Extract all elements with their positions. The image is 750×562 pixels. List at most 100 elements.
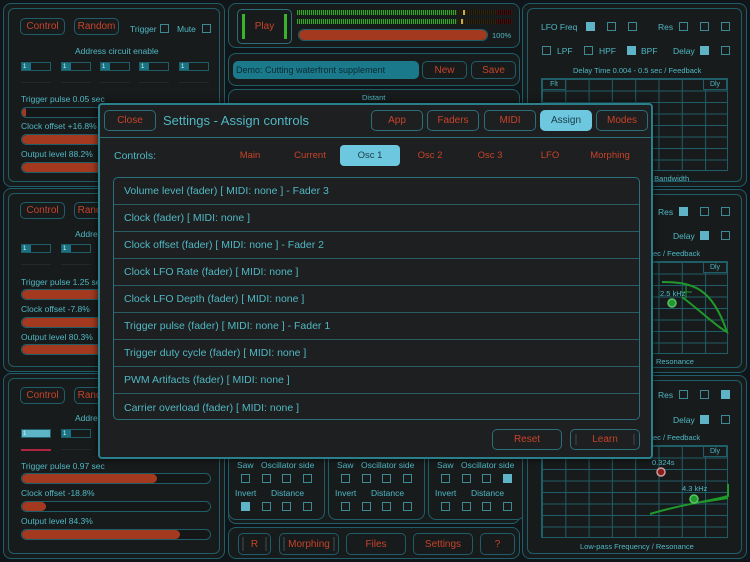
oscillator-side-checkbox-1[interactable] xyxy=(362,474,371,483)
address-toggle-4[interactable]: 1 xyxy=(139,62,169,71)
oscillator-side-checkbox-3[interactable] xyxy=(403,474,412,483)
lpf-checkbox[interactable] xyxy=(542,46,551,55)
hpf-checkbox[interactable] xyxy=(584,46,593,55)
r-button[interactable]: R xyxy=(238,533,271,555)
delay-checkbox-1[interactable] xyxy=(700,46,709,55)
tab-faders[interactable]: Faders xyxy=(427,110,479,131)
learn-button[interactable]: Learn xyxy=(570,429,640,450)
distance-checkbox-2[interactable] xyxy=(382,502,391,511)
control-button[interactable]: Control xyxy=(20,202,65,219)
res-checkbox-2[interactable] xyxy=(700,390,709,399)
trigger-pulse-slider[interactable] xyxy=(21,473,211,484)
bpf-checkbox[interactable] xyxy=(627,46,636,55)
saw-checkbox[interactable] xyxy=(241,474,250,483)
saw-checkbox[interactable] xyxy=(441,474,450,483)
lfo-freq-checkbox-3[interactable] xyxy=(628,22,637,31)
lfo-freq-checkbox-2[interactable] xyxy=(607,22,616,31)
control-tab-osc-2[interactable]: Osc 2 xyxy=(400,145,460,166)
res-checkbox-3[interactable] xyxy=(721,390,730,399)
settings-button[interactable]: Settings xyxy=(413,533,473,555)
tab-midi[interactable]: MIDI xyxy=(484,110,536,131)
distance-checkbox-1[interactable] xyxy=(262,502,271,511)
address-toggle-1[interactable]: 1 xyxy=(21,62,51,71)
control-list-item[interactable]: PWM Artifacts (fader) [ MIDI: none ] xyxy=(114,367,639,394)
save-preset-button[interactable]: Save xyxy=(471,61,516,79)
control-tab-osc-3[interactable]: Osc 3 xyxy=(460,145,520,166)
control-tab-osc-1[interactable]: Osc 1 xyxy=(340,145,400,166)
address-toggle-2[interactable]: 1 xyxy=(61,62,91,71)
delay-checkbox-2[interactable] xyxy=(721,46,730,55)
address-toggle-1[interactable]: 1 xyxy=(21,429,51,438)
play-button[interactable]: Play xyxy=(237,9,292,44)
files-button[interactable]: Files xyxy=(346,533,406,555)
address-toggle-2[interactable]: 1 xyxy=(61,244,91,253)
res-checkbox-1[interactable] xyxy=(679,390,688,399)
distance-checkbox-3[interactable] xyxy=(303,502,312,511)
xy-pad-footer: / Bandwidth xyxy=(650,174,690,183)
close-button[interactable]: Close xyxy=(104,110,156,131)
res-checkbox-1[interactable] xyxy=(679,22,688,31)
mute-checkbox[interactable] xyxy=(202,24,211,33)
res-checkbox-3[interactable] xyxy=(721,22,730,31)
new-preset-button[interactable]: New xyxy=(422,61,467,79)
delay-checkbox-2[interactable] xyxy=(721,231,730,240)
invert-checkbox[interactable] xyxy=(341,502,350,511)
control-list-item[interactable]: Clock LFO Rate (fader) [ MIDI: none ] xyxy=(114,259,639,286)
reset-button[interactable]: Reset xyxy=(492,429,562,450)
oscillator-side-checkbox-1[interactable] xyxy=(462,474,471,483)
control-tab-morphing[interactable]: Morphing xyxy=(580,145,640,166)
morphing-button[interactable]: Morphing xyxy=(279,533,339,555)
address-toggle-1[interactable]: 1 xyxy=(21,244,51,253)
distance-label: Distance xyxy=(271,488,305,498)
output-level-slider[interactable] xyxy=(21,529,211,540)
trigger-checkbox[interactable] xyxy=(160,24,169,33)
preset-name-field[interactable]: Demo: Cutting waterfront supplement xyxy=(233,61,419,79)
control-list-item[interactable]: Clock LFO Depth (fader) [ MIDI: none ] xyxy=(114,286,639,313)
oscillator-side-checkbox-2[interactable] xyxy=(382,474,391,483)
distance-checkbox-2[interactable] xyxy=(482,502,491,511)
saw-checkbox[interactable] xyxy=(341,474,350,483)
tab-app[interactable]: App xyxy=(371,110,423,131)
distance-checkbox-3[interactable] xyxy=(503,502,512,511)
tab-modes[interactable]: Modes xyxy=(596,110,648,131)
control-button[interactable]: Control xyxy=(20,18,65,35)
address-toggle-3[interactable]: 1 xyxy=(100,62,130,71)
oscillator-side-checkbox-2[interactable] xyxy=(282,474,291,483)
oscillator-side-checkbox-3[interactable] xyxy=(303,474,312,483)
invert-checkbox[interactable] xyxy=(241,502,250,511)
help-button[interactable]: ? xyxy=(480,533,515,555)
control-tab-current[interactable]: Current xyxy=(280,145,340,166)
lfo-freq-checkbox-1[interactable] xyxy=(586,22,595,31)
oscillator-side-label: Oscillator side xyxy=(261,460,315,470)
tab-assign[interactable]: Assign xyxy=(540,110,592,131)
delay-checkbox-2[interactable] xyxy=(721,415,730,424)
delay-checkbox-1[interactable] xyxy=(700,231,709,240)
distance-checkbox-2[interactable] xyxy=(282,502,291,511)
res-checkbox-3[interactable] xyxy=(721,207,730,216)
res-checkbox-2[interactable] xyxy=(700,22,709,31)
oscillator-side-checkbox-3[interactable] xyxy=(503,474,512,483)
control-button[interactable]: Control xyxy=(20,387,65,404)
oscillator-side-checkbox-1[interactable] xyxy=(262,474,271,483)
control-list-item[interactable]: Carrier overload (fader) [ MIDI: none ] xyxy=(114,394,639,419)
control-list-item[interactable]: Trigger duty cycle (fader) [ MIDI: none … xyxy=(114,340,639,367)
address-toggle-2[interactable]: 1 xyxy=(61,429,91,438)
control-list-item[interactable]: Clock (fader) [ MIDI: none ] xyxy=(114,205,639,232)
res-checkbox-1[interactable] xyxy=(679,207,688,216)
master-volume-slider[interactable] xyxy=(298,29,488,41)
address-toggle-5[interactable]: 1 xyxy=(179,62,209,71)
delay-checkbox-1[interactable] xyxy=(700,415,709,424)
oscillator-side-checkbox-2[interactable] xyxy=(482,474,491,483)
random-button[interactable]: Random xyxy=(74,18,119,35)
control-tab-lfo[interactable]: LFO xyxy=(520,145,580,166)
invert-checkbox[interactable] xyxy=(441,502,450,511)
control-list-item[interactable]: Volume level (fader) [ MIDI: none ] - Fa… xyxy=(114,178,639,205)
distance-checkbox-1[interactable] xyxy=(362,502,371,511)
clock-offset-slider[interactable] xyxy=(21,501,211,512)
distance-checkbox-3[interactable] xyxy=(403,502,412,511)
res-checkbox-2[interactable] xyxy=(700,207,709,216)
control-list-item[interactable]: Clock offset (fader) [ MIDI: none ] - Fa… xyxy=(114,232,639,259)
control-tab-main[interactable]: Main xyxy=(220,145,280,166)
distance-checkbox-1[interactable] xyxy=(462,502,471,511)
control-list-item[interactable]: Trigger pulse (fader) [ MIDI: none ] - F… xyxy=(114,313,639,340)
